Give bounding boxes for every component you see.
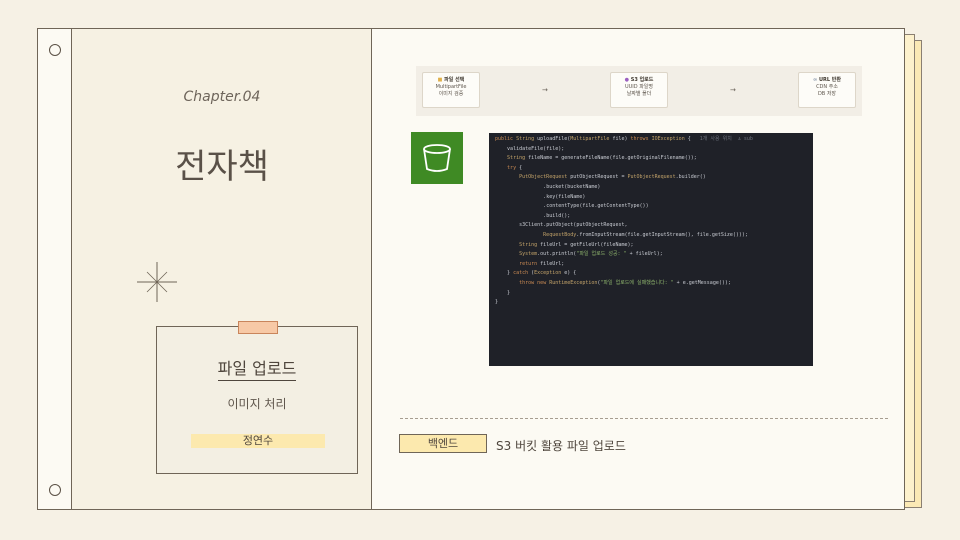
code-block: public String uploadFile(MultipartFile f… (489, 133, 813, 366)
binding-hole-bottom (49, 484, 61, 496)
flow-step-title: S3 업로드 (630, 77, 654, 83)
card-subtitle: 이미지 처리 (227, 397, 287, 411)
code-line: validateFile(file); (507, 145, 565, 152)
code-line: System.out.println("파일 업로드 성공: " + fileU… (519, 251, 663, 258)
code-line: } (495, 289, 511, 296)
code-line: } (495, 299, 499, 306)
flow-step-title: URL 반환 (818, 77, 841, 83)
flow-step-line: UUID 파일명 (624, 84, 654, 90)
code-usage-hint: 1개 사용 위치 ⚓ sub (690, 136, 753, 142)
flow-step-line: MultipartFile (435, 84, 467, 90)
code-line: .contentType(file.getContentType()) (495, 203, 649, 210)
code-line: .bucket(bucketName) (495, 183, 601, 190)
code-line: } catch (Exception e) { (495, 270, 577, 277)
code-line: RequestBody.fromInputStream(file.getInpu… (543, 231, 748, 238)
left-page: Chapter.04 전자책 파일 업로드 이미지 처리 정연수 (72, 29, 372, 509)
flow-step-title: 파일 선택 (444, 77, 465, 83)
flow-step-line: 이미지 검증 (438, 91, 464, 97)
card-title-text: 파일 업로드 (217, 359, 297, 381)
card-author: 정연수 (191, 434, 325, 448)
notebook: Chapter.04 전자책 파일 업로드 이미지 처리 정연수 ■ 파일 선택… (37, 28, 905, 510)
flow-arrow: → (730, 86, 736, 94)
code-line: throw new RuntimeException("파일 업로드에 실패했습… (519, 279, 731, 286)
topic-card: 파일 업로드 이미지 처리 정연수 (156, 326, 358, 474)
link-icon: ∞ (813, 77, 818, 83)
chapter-label: Chapter.04 (183, 89, 261, 105)
code-line: .build(); (495, 212, 571, 219)
notebook-binding (38, 29, 72, 509)
flow-step-url: ∞ URL 반환 CDN 주소 DB 저장 (798, 72, 856, 108)
upload-flow-diagram: ■ 파일 선택 MultipartFile 이미지 검증 → ● S3 업로드 … (416, 66, 862, 116)
code-line: String fileUrl = getFileUrl(fileName); (519, 241, 634, 248)
card-tape (238, 321, 278, 334)
flow-step-select: ■ 파일 선택 MultipartFile 이미지 검증 (422, 72, 480, 108)
code-line: try { (507, 164, 523, 171)
code-line: public String uploadFile(MultipartFile f… (495, 136, 753, 142)
sparkle-icon (137, 262, 177, 302)
aws-s3-bucket-icon (411, 132, 463, 184)
code-line: .key(fileName) (495, 193, 586, 200)
s3-mini-icon: ● (624, 77, 629, 83)
category-tag: 백엔드 (399, 434, 487, 453)
binding-hole-top (49, 44, 61, 56)
category-description: S3 버킷 활용 파일 업로드 (496, 439, 626, 453)
folder-icon: ■ (437, 77, 443, 83)
flow-step-line: DB 저장 (817, 91, 837, 97)
page-title: 전자책 (175, 147, 269, 187)
bucket-icon (423, 144, 451, 172)
flow-arrow: → (542, 86, 548, 94)
code-line: PutObjectRequest putObjectRequest = PutO… (519, 174, 706, 181)
flow-step-line: CDN 주소 (816, 84, 838, 90)
section-divider (400, 418, 888, 419)
code-line: s3Client.putObject(putObjectRequest, (519, 222, 628, 229)
code-line: String fileName = generateFileName(file.… (507, 155, 697, 162)
flow-step-line: 날짜별 폴더 (626, 91, 652, 97)
card-title: 파일 업로드 (157, 355, 357, 381)
code-line: return fileUrl; (519, 260, 565, 267)
flow-step-upload: ● S3 업로드 UUID 파일명 날짜별 폴더 (610, 72, 668, 108)
